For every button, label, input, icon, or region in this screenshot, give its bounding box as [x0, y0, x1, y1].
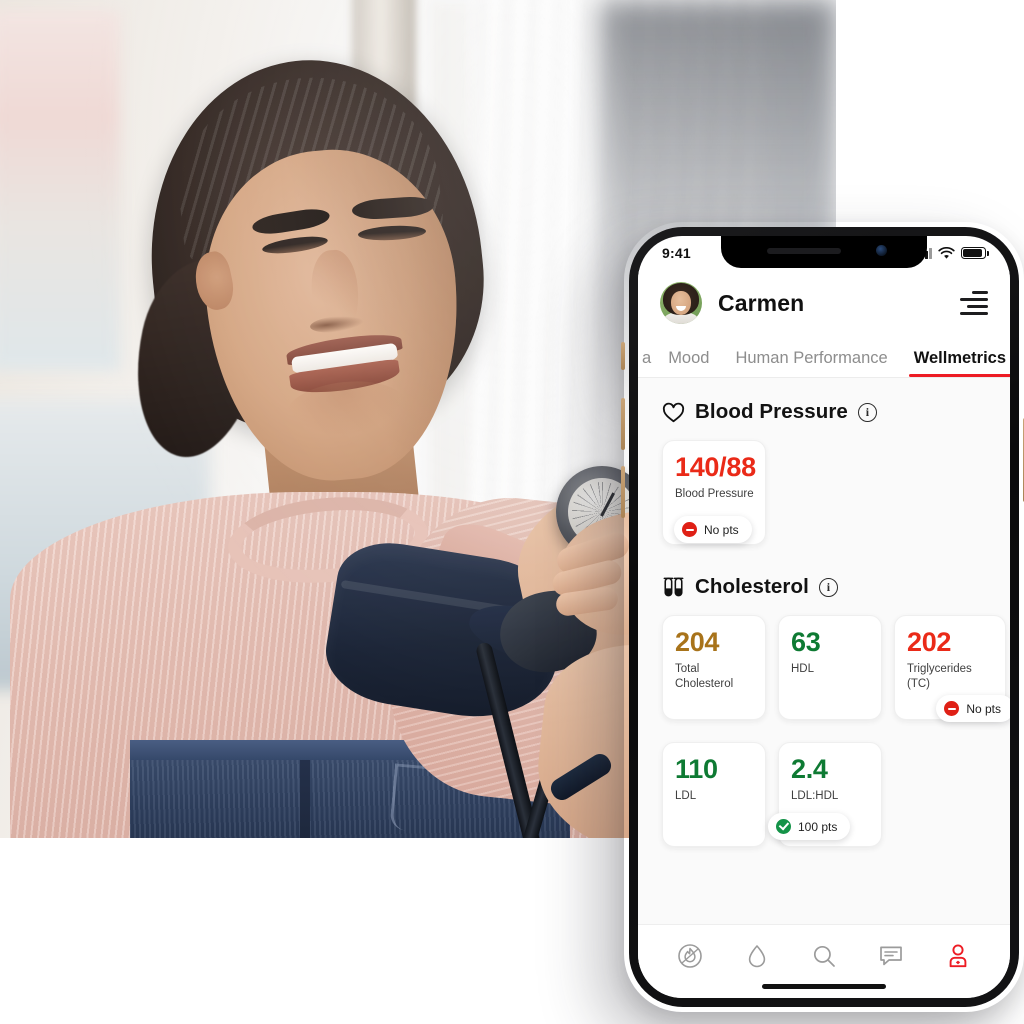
metric-card-ldl[interactable]: 110 LDL	[662, 742, 766, 847]
cards-row-cholesterol-bottom: 110 LDL 2.4 LDL:HDL 100 pts	[638, 720, 1010, 847]
status-time: 9:41	[662, 245, 691, 261]
info-icon[interactable]: i	[857, 402, 877, 422]
check-circle-icon	[776, 819, 791, 834]
badge-text: 100 pts	[798, 819, 838, 834]
metric-value: 202	[907, 627, 952, 657]
section-title-cholesterol: Cholesterol	[695, 575, 809, 598]
tab-partial[interactable]: a	[638, 349, 655, 377]
nav-item-hydration[interactable]	[737, 939, 777, 973]
avatar-face	[671, 291, 691, 315]
phone-notch	[721, 236, 927, 268]
metric-value: 63	[791, 627, 821, 657]
phone-screen: 9:41 Carmen a Mood Human Performance Wel…	[638, 236, 1010, 998]
metric-label: LDL:HDL	[791, 790, 839, 803]
search-icon	[813, 945, 835, 967]
nav-item-messages[interactable]	[871, 939, 911, 973]
cards-row-blood-pressure: 140/88 Blood Pressure No pts	[638, 424, 1010, 545]
metric-label: LDL	[675, 790, 697, 803]
flame-circle-icon	[677, 944, 702, 968]
metric-card-hdl[interactable]: 63 HDL	[778, 615, 882, 720]
phone-volume-up-button[interactable]	[621, 398, 625, 450]
test-tubes-icon	[663, 577, 684, 597]
nav-item-search[interactable]	[804, 939, 844, 973]
metric-label: Total Cholesterol	[675, 663, 734, 690]
tab-bar[interactable]: a Mood Human Performance Wellmetrics	[638, 336, 1010, 378]
metric-value: 110	[675, 754, 718, 784]
phone-mute-switch[interactable]	[621, 342, 625, 370]
earpiece-speaker	[767, 248, 841, 254]
hamburger-menu-icon[interactable]	[958, 291, 988, 315]
wifi-icon	[938, 246, 955, 259]
minus-circle-icon	[944, 701, 960, 716]
section-title-blood-pressure: Blood Pressure	[695, 400, 848, 423]
page-root: 9:41 Carmen a Mood Human Performance Wel…	[0, 0, 1024, 1024]
avatar[interactable]	[660, 282, 702, 324]
tab-human-performance[interactable]: Human Performance	[722, 349, 900, 377]
badge-text: No pts	[704, 522, 739, 537]
info-icon[interactable]: i	[818, 577, 838, 597]
badge-text: No pts	[966, 701, 1001, 716]
phone-mockup: 9:41 Carmen a Mood Human Performance Wel…	[621, 222, 1024, 1012]
chat-bubble-icon	[880, 946, 903, 966]
status-badge-ldl-hdl: 100 pts	[768, 813, 851, 840]
tab-mood[interactable]: Mood	[655, 349, 722, 377]
metric-value: 204	[675, 627, 720, 657]
section-header-cholesterol: Cholesterol i	[638, 545, 1010, 599]
cards-row-cholesterol-top: 204 Total Cholesterol 63 HDL 202 Triglyc…	[638, 599, 1010, 722]
metric-value: 2.4	[791, 754, 828, 784]
nav-item-profile[interactable]	[938, 939, 978, 973]
tab-wellmetrics[interactable]: Wellmetrics	[901, 349, 1010, 377]
front-camera-icon	[876, 245, 887, 256]
metrics-content: Blood Pressure i 140/88 Blood Pressure N…	[638, 378, 1010, 924]
section-header-blood-pressure: Blood Pressure i	[638, 378, 1010, 424]
app-header: Carmen	[638, 270, 1010, 336]
metric-label: Triglycerides (TC)	[907, 663, 972, 690]
status-badge-blood-pressure: No pts	[674, 516, 752, 543]
nav-item-activity[interactable]	[670, 939, 710, 973]
user-name: Carmen	[718, 289, 805, 316]
minus-circle-icon	[682, 522, 697, 537]
metric-label: Blood Pressure	[675, 488, 754, 501]
phone-volume-down-button[interactable]	[621, 466, 625, 518]
heart-icon	[662, 402, 685, 422]
water-drop-icon	[748, 945, 765, 968]
metric-value: 140/88	[675, 452, 756, 482]
metric-label: HDL	[791, 663, 815, 676]
home-indicator	[762, 984, 886, 989]
battery-full-icon	[961, 247, 989, 259]
profile-person-icon	[949, 944, 967, 968]
status-badge-triglycerides: No pts	[936, 695, 1010, 722]
metric-card-total-cholesterol[interactable]: 204 Total Cholesterol	[662, 615, 766, 720]
